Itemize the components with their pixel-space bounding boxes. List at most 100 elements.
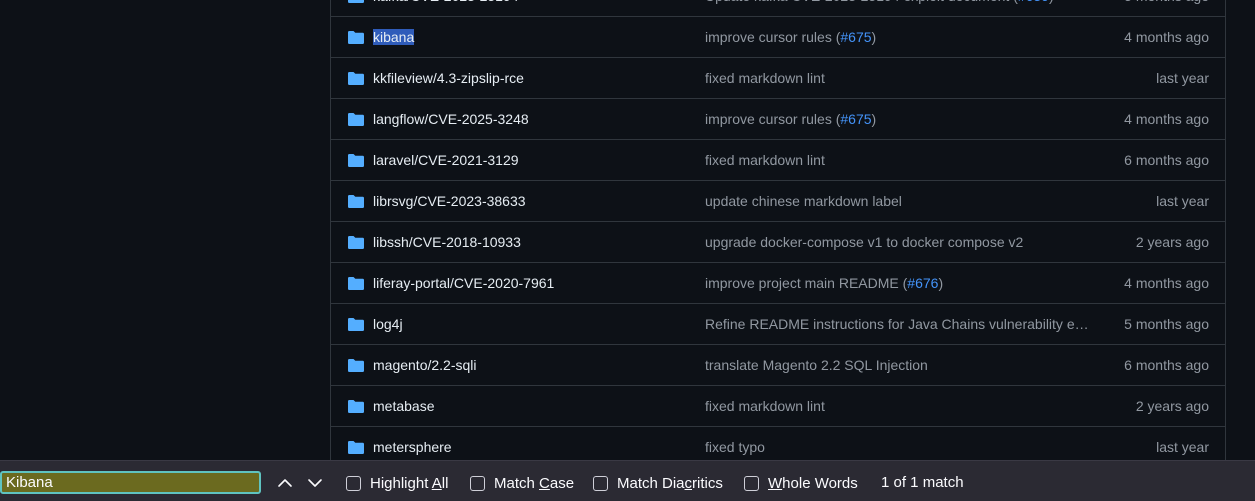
folder-icon bbox=[348, 277, 364, 290]
file-rows: kafka/CVE-2023-25194 Update kafka CVE-202… bbox=[331, 0, 1225, 460]
commit-message-text: improve project main README ( bbox=[705, 275, 908, 291]
file-row[interactable]: metabase fixed markdown lint 2 years ago bbox=[331, 386, 1225, 427]
file-row[interactable]: magento/2.2-sqli translate Magento 2.2 SQ… bbox=[331, 345, 1225, 386]
commit-message-link[interactable]: fixed markdown lint bbox=[705, 70, 1095, 86]
file-name-link[interactable]: kibana bbox=[373, 29, 415, 45]
file-name-link[interactable]: librsvg/CVE-2023-38633 bbox=[373, 193, 526, 209]
file-name-link[interactable]: liferay-portal/CVE-2020-7961 bbox=[373, 275, 554, 291]
commit-message-text: translate Magento 2.2 SQL Injection bbox=[705, 357, 928, 373]
folder-icon bbox=[348, 195, 364, 208]
checkbox-box[interactable] bbox=[346, 475, 361, 491]
commit-time: 4 months ago bbox=[1124, 275, 1209, 291]
file-row[interactable]: laravel/CVE-2021-3129 fixed markdown lint… bbox=[331, 140, 1225, 181]
folder-icon bbox=[348, 31, 364, 44]
commit-message-suffix: ) bbox=[938, 275, 944, 291]
file-row[interactable]: libssh/CVE-2018-10933 upgrade docker-comp… bbox=[331, 222, 1225, 263]
commit-message-suffix: ) bbox=[871, 29, 877, 45]
folder-icon bbox=[348, 236, 364, 249]
commit-message-link[interactable]: fixed markdown lint bbox=[705, 152, 1095, 168]
commit-time: 2 years ago bbox=[1135, 234, 1209, 250]
file-name-link[interactable]: kafka/CVE-2023-25194 bbox=[373, 0, 519, 4]
commit-time: 2 years ago bbox=[1135, 398, 1209, 414]
file-name-link[interactable]: laravel/CVE-2021-3129 bbox=[373, 152, 519, 168]
highlight-all-checkbox[interactable]: Highlight All bbox=[346, 473, 448, 493]
file-name-link[interactable]: langflow/CVE-2025-3248 bbox=[373, 111, 529, 127]
folder-icon bbox=[348, 441, 364, 454]
file-name-link[interactable]: kkfileview/4.3-zipslip-rce bbox=[373, 70, 524, 86]
commit-message-text: improve cursor rules ( bbox=[705, 111, 841, 127]
checkbox-box[interactable] bbox=[744, 475, 759, 491]
commit-message-suffix: ) bbox=[871, 111, 877, 127]
file-name-link[interactable]: metabase bbox=[373, 398, 434, 414]
commit-time: 4 months ago bbox=[1124, 111, 1209, 127]
commit-message-link[interactable]: update chinese markdown label bbox=[705, 193, 1095, 209]
match-diacritics-label: Match Diacritics bbox=[617, 474, 723, 492]
match-case-checkbox[interactable]: Match Case bbox=[470, 473, 574, 493]
match-count-status: 1 of 1 match bbox=[881, 474, 964, 491]
commit-message-suffix: ) bbox=[1049, 0, 1054, 4]
commit-message-text: fixed markdown lint bbox=[705, 398, 825, 414]
file-row[interactable]: kibana improve cursor rules (#675) 4 month… bbox=[331, 17, 1225, 58]
folder-icon bbox=[348, 72, 364, 85]
checkbox-box[interactable] bbox=[593, 475, 608, 491]
file-row[interactable]: kafka/CVE-2023-25194 Update kafka CVE-202… bbox=[331, 0, 1225, 17]
pull-request-link[interactable]: #675 bbox=[840, 29, 871, 45]
pull-request-link[interactable]: #639 bbox=[1018, 0, 1049, 4]
commit-time: 6 months ago bbox=[1124, 152, 1209, 168]
left-sidebar-area bbox=[0, 0, 330, 460]
commit-message-text: Refine README instructions for Java Chai… bbox=[705, 316, 1089, 332]
commit-time: last year bbox=[1156, 193, 1209, 209]
file-row[interactable]: langflow/CVE-2025-3248 improve cursor rul… bbox=[331, 99, 1225, 140]
commit-message-link[interactable]: upgrade docker-compose v1 to docker comp… bbox=[705, 234, 1095, 250]
commit-message-link[interactable]: Refine README instructions for Java Chai… bbox=[705, 316, 1095, 332]
commit-time: 5 months ago bbox=[1124, 0, 1209, 4]
commit-message-link[interactable]: improve cursor rules (#675) bbox=[705, 29, 1095, 45]
commit-message-text: fixed markdown lint bbox=[705, 152, 825, 168]
file-name-link[interactable]: log4j bbox=[373, 316, 403, 332]
find-bar: Highlight All Match Case Match Diacritic… bbox=[0, 460, 1255, 501]
chevron-up-icon bbox=[278, 479, 292, 487]
commit-message-text: improve cursor rules ( bbox=[705, 29, 841, 45]
file-row[interactable]: kkfileview/4.3-zipslip-rce fixed markdown… bbox=[331, 58, 1225, 99]
file-name-link[interactable]: magento/2.2-sqli bbox=[373, 357, 477, 373]
commit-message-link[interactable]: fixed typo bbox=[705, 439, 1095, 455]
file-row[interactable]: librsvg/CVE-2023-38633 update chinese mar… bbox=[331, 181, 1225, 222]
commit-time: 6 months ago bbox=[1124, 357, 1209, 373]
match-diacritics-checkbox[interactable]: Match Diacritics bbox=[593, 473, 723, 493]
file-table: kafka/CVE-2023-25194 Update kafka CVE-202… bbox=[330, 0, 1226, 460]
commit-message-link[interactable]: translate Magento 2.2 SQL Injection bbox=[705, 357, 1095, 373]
chevron-down-icon bbox=[308, 479, 322, 487]
commit-message-text: fixed typo bbox=[705, 439, 765, 455]
commit-message-link[interactable]: improve cursor rules (#675) bbox=[705, 111, 1095, 127]
file-row[interactable]: metersphere fixed typo last year bbox=[331, 427, 1225, 460]
checkbox-box[interactable] bbox=[470, 475, 485, 491]
commit-time: last year bbox=[1156, 70, 1209, 86]
commit-time: 4 months ago bbox=[1124, 29, 1209, 45]
commit-message-link[interactable]: Update kafka CVE-2023-25194 exploit docu… bbox=[705, 0, 1095, 4]
commit-message-text: Update kafka CVE-2023-25194 exploit docu… bbox=[705, 0, 1018, 4]
folder-icon bbox=[348, 113, 364, 126]
find-previous-button[interactable] bbox=[274, 473, 296, 493]
file-name-link[interactable]: metersphere bbox=[373, 439, 452, 455]
find-input[interactable] bbox=[0, 471, 261, 494]
whole-words-label: Whole Words bbox=[768, 474, 858, 492]
commit-message-link[interactable]: improve project main README (#676) bbox=[705, 275, 1095, 291]
commit-time: last year bbox=[1156, 439, 1209, 455]
commit-message-text: fixed markdown lint bbox=[705, 70, 825, 86]
commit-message-text: update chinese markdown label bbox=[705, 193, 902, 209]
highlight-all-label: Highlight All bbox=[370, 474, 449, 492]
match-case-label: Match Case bbox=[494, 474, 575, 492]
commit-time: 5 months ago bbox=[1124, 316, 1209, 332]
folder-icon bbox=[348, 400, 364, 413]
file-row[interactable]: liferay-portal/CVE-2020-7961 improve proj… bbox=[331, 263, 1225, 304]
folder-icon bbox=[348, 359, 364, 372]
commit-message-link[interactable]: fixed markdown lint bbox=[705, 398, 1095, 414]
folder-icon bbox=[348, 318, 364, 331]
folder-icon bbox=[348, 154, 364, 167]
find-next-button[interactable] bbox=[304, 473, 326, 493]
whole-words-checkbox[interactable]: Whole Words bbox=[744, 473, 858, 493]
file-name-link[interactable]: libssh/CVE-2018-10933 bbox=[373, 234, 521, 250]
pull-request-link[interactable]: #675 bbox=[840, 111, 871, 127]
file-row[interactable]: log4j Refine README instructions for Java… bbox=[331, 304, 1225, 345]
pull-request-link[interactable]: #676 bbox=[907, 275, 938, 291]
